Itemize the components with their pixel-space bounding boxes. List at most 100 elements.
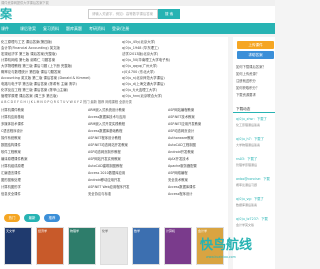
category-link[interactable]: Apache服务器配置 xyxy=(168,163,226,170)
recent-user[interactable]: q(0)u_vg：下载了 xyxy=(236,197,274,202)
category-link[interactable]: 软件工程教案 xyxy=(1,149,85,156)
recent-desc[interactable]: 概率论课后习题 xyxy=(236,183,274,188)
category-link[interactable]: 多媒体技术课件 xyxy=(1,121,85,128)
book-covers: 天文学 经济学 物理学 化学 数学 计算机 会计学 xyxy=(0,227,228,269)
category-link[interactable]: 计算机课件教案 xyxy=(1,107,85,114)
nav-item-login[interactable]: 登录/注册 xyxy=(112,23,129,34)
category-row: 计算机组成原理 AutoCAD建筑制图教程 Apache服务器配置 xyxy=(0,163,228,170)
category-link[interactable]: Android开发教案 xyxy=(168,149,226,156)
category-link[interactable]: 安全协议与标准 xyxy=(88,191,168,198)
recent-user[interactable]: q(0)u_h7：下载了 xyxy=(236,137,274,142)
help-link[interactable]: 下载资源要求 xyxy=(236,93,274,98)
book-cover[interactable]: 化学 xyxy=(100,227,128,265)
recent-item[interactable]: q(0)u_h7：下载了 大学物理课后答案 xyxy=(236,137,274,155)
recent-desc[interactable]: 数据库课后答案 xyxy=(236,203,274,208)
category-link[interactable]: AutoCAD建筑制图教程 xyxy=(88,163,168,170)
category-link[interactable]: Access数据库课件 xyxy=(168,184,226,191)
header: 案网 请输入关键字，例如：高等数学课后答案 搜 索 xyxy=(0,6,275,23)
recent-user[interactable]: ns03：下载了 xyxy=(236,157,274,162)
recent-desc[interactable]: 会计学英文版 xyxy=(236,223,274,228)
alphabet-filter[interactable]: A B C D E F G H I J K L M N O P Q R S T … xyxy=(1,99,221,105)
category-link[interactable]: Access 2010数据库应用 xyxy=(88,170,168,177)
category-link[interactable]: 计算机图形学 xyxy=(1,184,85,191)
category-link[interactable]: ASP网络编程 xyxy=(168,170,226,177)
recent-item[interactable]: anbo@concise：下载 概率论课后习题 xyxy=(236,177,274,195)
help-link[interactable]: 如何上传资源？ xyxy=(236,72,274,77)
main-nav: 课件 课后答案 复习资料 题库真题 考研资料 登录/注册 xyxy=(0,23,275,34)
search-input[interactable]: 请输入关键字，例如：高等数学课后答案 xyxy=(88,9,158,19)
nav-item-review[interactable]: 复习资料 xyxy=(43,23,59,34)
search-button[interactable]: 搜 索 xyxy=(158,9,180,19)
recent-item[interactable]: ns03：下载了 管理学原理课后 xyxy=(236,157,274,175)
category-row: 汇编语言课件 Access 2010数据库应用 ASP网络编程 xyxy=(0,170,228,177)
category-link[interactable]: ARM嵌入式系统设计教案 xyxy=(88,107,168,114)
category-link[interactable]: ASP.NET程序设计教程 xyxy=(88,135,168,142)
recent-item[interactable]: q(0)u_xhsr：下载了 化工原理课后答案 xyxy=(236,117,274,135)
category-link[interactable]: Access数据库技术与应用 xyxy=(88,114,168,121)
category-link[interactable]: 数据结构课件 xyxy=(1,142,85,149)
book-title: 天文学 xyxy=(6,229,16,233)
help-link[interactable]: 注册就送积分 xyxy=(236,79,274,84)
recent-downloads-title: 下载动态 xyxy=(233,105,275,113)
category-row: 计算机图形学 ASP.NET Web应用程序开发 Access数据库课件 xyxy=(0,184,228,191)
site-logo[interactable]: 案网 xyxy=(0,7,14,22)
book-cover[interactable]: 物理学 xyxy=(68,227,96,265)
book-title: 数学 xyxy=(134,229,141,233)
upload-button[interactable]: 上传课件 xyxy=(237,41,274,49)
category-link[interactable]: 安全技术教案 xyxy=(168,177,226,184)
tab-new[interactable]: 最新 xyxy=(24,214,40,222)
category-link[interactable]: 汇编语言课件 xyxy=(1,170,85,177)
recent-desc[interactable]: 管理学原理课后 xyxy=(236,163,274,168)
nav-item-exam-bank[interactable]: 题库真题 xyxy=(66,23,82,34)
category-link[interactable]: Android移动应用开发 xyxy=(88,177,168,184)
nav-item-answers[interactable]: 课后答案 xyxy=(20,23,36,34)
category-link[interactable]: ASP动态网页制作教程 xyxy=(88,149,168,156)
book-title: 计算机 xyxy=(166,229,176,233)
category-link[interactable]: C语言程序设计 xyxy=(1,128,85,135)
category-link[interactable]: 计算机组成原理 xyxy=(1,163,85,170)
category-link[interactable]: 编译原理课件教案 xyxy=(1,156,85,163)
category-link[interactable]: Access数据库基础教程 xyxy=(88,128,168,135)
help-link[interactable]: 如何获取积分？ xyxy=(236,86,274,91)
category-row: 编译原理课件教案 ASP网站开发实例教案 AJAX开发技术 xyxy=(0,156,228,163)
category-link[interactable]: ASP动态网页设计 xyxy=(168,128,226,135)
book-cover[interactable]: 经济学 xyxy=(36,227,64,265)
recent-item[interactable]: q(0)u_vg：下载了 数据库课后答案 xyxy=(236,197,274,215)
category-link[interactable]: ASP.NET动态网站开发教案 xyxy=(88,142,168,149)
book-cover[interactable]: 天文学 xyxy=(4,227,32,265)
category-link[interactable]: 操作系统教案 xyxy=(1,135,85,142)
category-link[interactable]: 图形图像处理 xyxy=(1,177,85,184)
category-row: 计算机应用基础 Access数据库技术与应用 ASP.NET技术教案 xyxy=(0,114,228,121)
tab-hot[interactable]: 热门 xyxy=(4,214,20,222)
category-link[interactable]: ARM嵌入式开发实践教程 xyxy=(88,121,168,128)
main-content: 化工原理与工艺 课后答案(第四版) q(0)u_45y(北京大学) 会计学(Fin… xyxy=(0,37,228,269)
recent-user[interactable]: q(0)u_xhsr：下载了 xyxy=(236,117,274,122)
ask-answer-button[interactable]: 求助答案 xyxy=(237,51,274,59)
category-link[interactable]: ASP.NET技术教案 xyxy=(168,114,226,121)
category-link[interactable]: ASP.NET Web应用程序开发 xyxy=(88,184,168,191)
help-link[interactable]: 如何下载课后答案？ xyxy=(236,65,274,70)
book-cover[interactable]: 数学 xyxy=(132,227,160,265)
recent-item[interactable]: q(0)u_tz7237：下载 会计学英文版 xyxy=(236,217,274,235)
category-link[interactable]: ASP.NET应用开发教案 xyxy=(168,121,226,128)
category-link[interactable]: ASP网站开发实例教案 xyxy=(88,156,168,163)
category-row: 软件工程教案 ASP动态网页制作教程 Android开发教案 xyxy=(0,149,228,156)
tab-recommend[interactable]: 推荐 xyxy=(44,214,60,222)
watermark-title: 快鸟航线 xyxy=(200,238,253,253)
recent-user[interactable]: q(0)u_tz7237：下载 xyxy=(236,217,274,222)
category-link[interactable]: 计算机应用基础 xyxy=(1,114,85,121)
category-link[interactable]: ASP网站编程教案 xyxy=(168,107,226,114)
category-row: 信息安全课件 安全协议与标准 Access程序设计 xyxy=(0,191,228,198)
recent-desc[interactable]: 大学物理课后答案 xyxy=(236,143,274,148)
nav-item-postgrad[interactable]: 考研资料 xyxy=(89,23,105,34)
category-link[interactable]: AJAX开发技术 xyxy=(168,156,226,163)
category-link[interactable]: AutoCAD工程制图 xyxy=(168,142,226,149)
book-title: 物理学 xyxy=(70,229,80,233)
category-link[interactable]: Authorware教案 xyxy=(168,135,226,142)
nav-item-courseware[interactable]: 课件 xyxy=(1,23,9,34)
category-link[interactable]: Access程序设计 xyxy=(168,191,226,198)
book-cover[interactable]: 计算机 xyxy=(164,227,192,265)
recent-user[interactable]: anbo@concise：下载 xyxy=(236,177,274,182)
category-link[interactable]: 信息安全课件 xyxy=(1,191,85,198)
recent-desc[interactable]: 化工原理课后答案 xyxy=(236,123,274,128)
